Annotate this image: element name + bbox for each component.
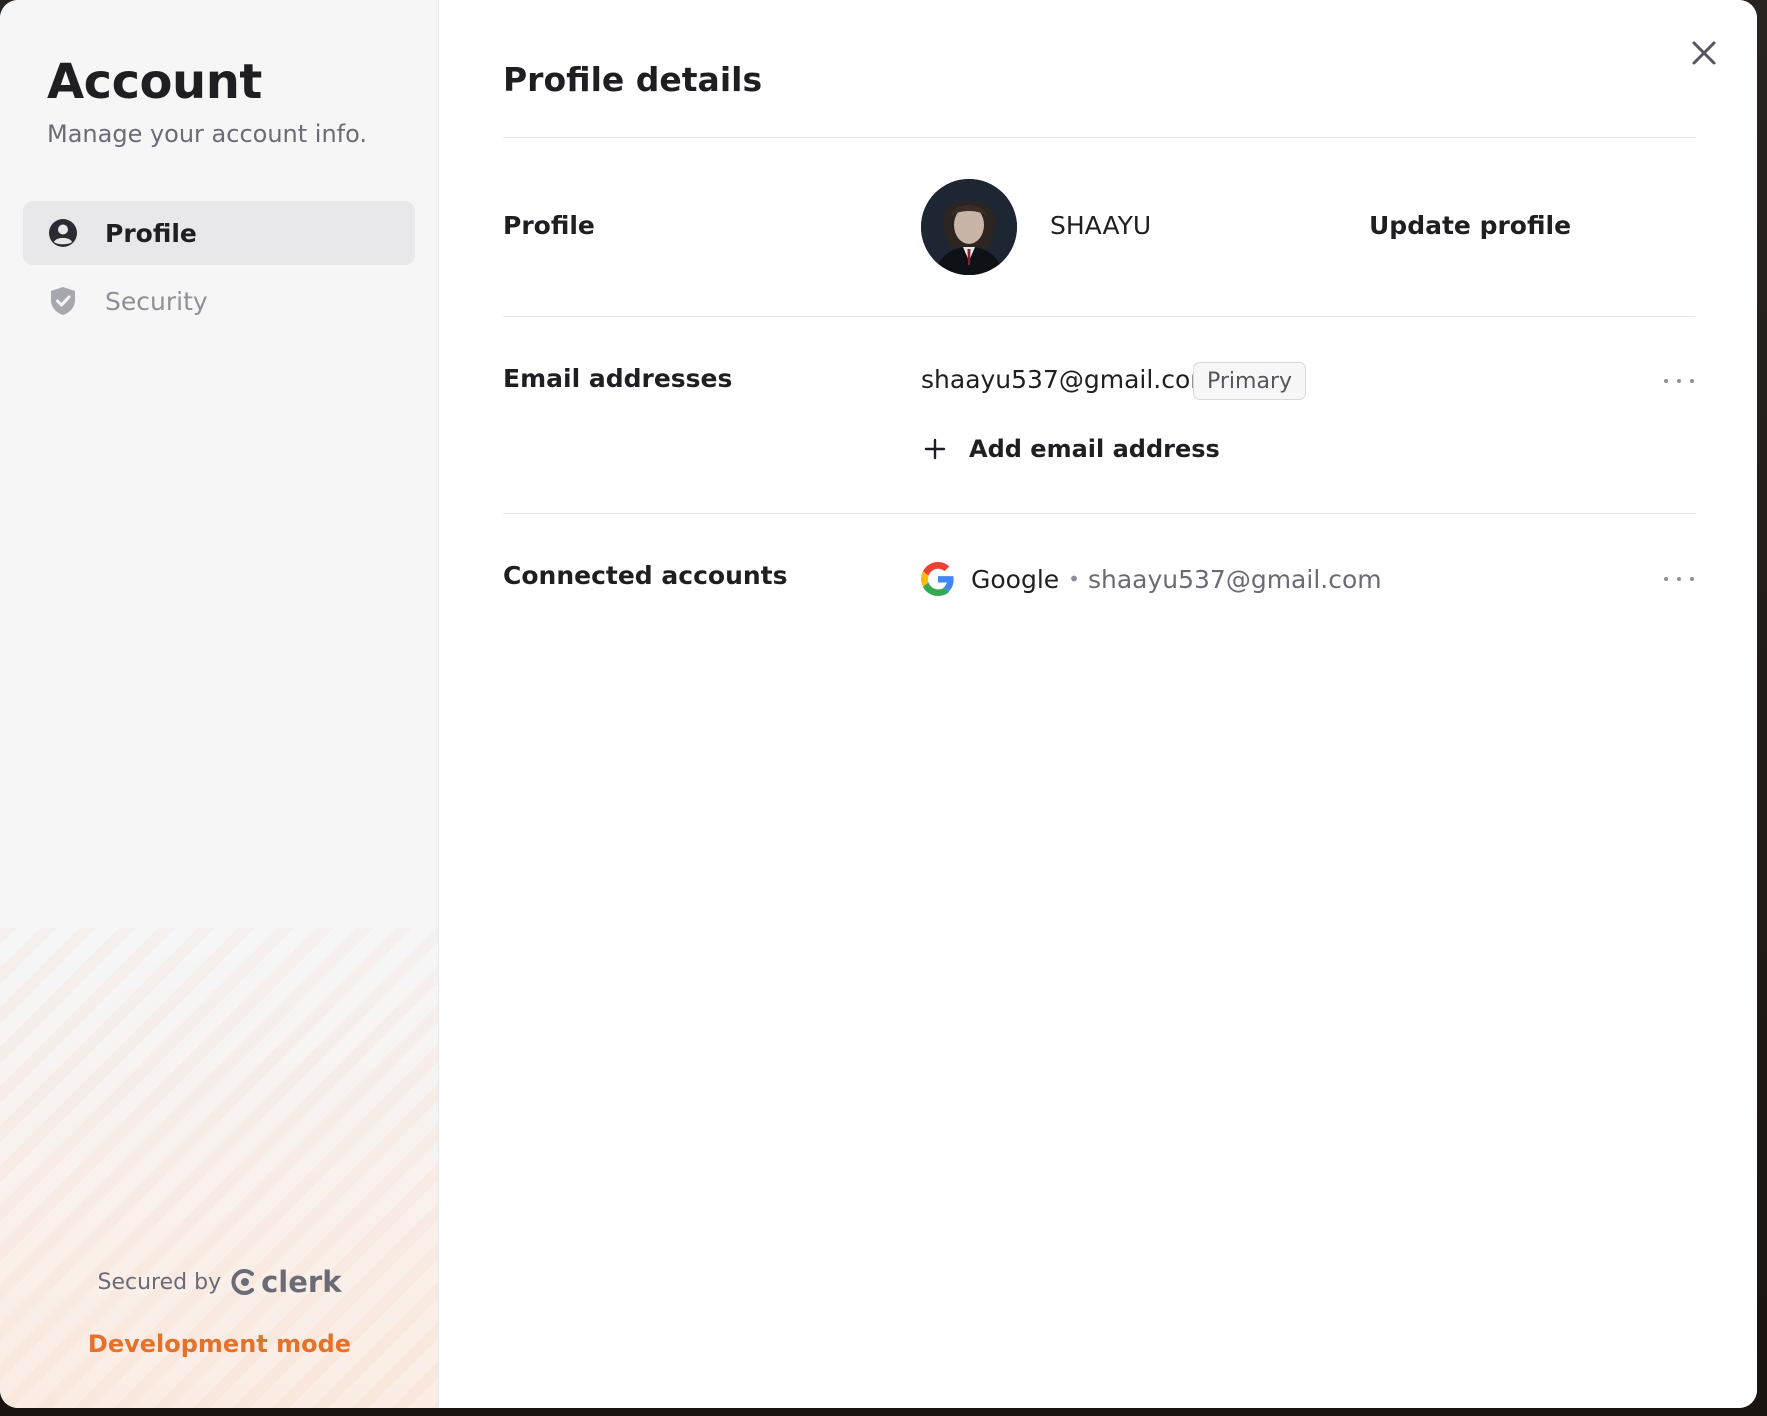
username: SHAAYU (1050, 211, 1152, 240)
email-more-button[interactable] (1659, 369, 1699, 393)
primary-badge: Primary (1193, 362, 1307, 400)
secured-by-text: Secured by (97, 1269, 222, 1295)
divider (503, 137, 1695, 138)
more-horizontal-icon (1664, 577, 1694, 581)
google-icon (921, 562, 954, 596)
account-modal: Account Manage your account info. Profil… (0, 0, 1757, 1408)
sidebar-subtitle: Manage your account info. (47, 120, 368, 148)
provider-name: Google (971, 564, 1060, 594)
sidebar-item-profile[interactable]: Profile (23, 201, 415, 265)
separator: • (1068, 567, 1080, 591)
sidebar-item-label: Security (105, 286, 208, 316)
sidebar-item-label: Profile (105, 218, 197, 248)
more-horizontal-icon (1664, 379, 1694, 383)
page-title: Profile details (503, 60, 763, 99)
divider (503, 316, 1695, 317)
sidebar-item-security[interactable]: Security (23, 269, 415, 333)
update-profile-button[interactable]: Update profile (1369, 211, 1571, 240)
shield-check-icon (48, 286, 78, 316)
divider (503, 513, 1695, 514)
clerk-brand-text: clerk (261, 1265, 342, 1299)
secured-by-footer: Secured by clerk (0, 1265, 438, 1299)
clerk-icon (231, 1269, 255, 1295)
close-icon (1692, 41, 1716, 65)
add-email-button[interactable]: Add email address (923, 433, 1220, 465)
email-address: shaayu537@gmail.com (921, 365, 1215, 394)
connected-account-item: Google • shaayu537@gmail.com (921, 562, 1382, 596)
connected-account-email: shaayu537@gmail.com (1087, 564, 1382, 594)
sidebar: Account Manage your account info. Profil… (0, 0, 439, 1408)
connected-more-button[interactable] (1659, 567, 1699, 591)
add-email-label: Add email address (969, 435, 1220, 463)
sidebar-title: Account (47, 54, 262, 110)
plus-icon (923, 437, 947, 461)
main-panel: Profile details Profile SHAAYU Update pr… (439, 0, 1757, 1408)
email-row-label: Email addresses (503, 364, 733, 393)
development-mode-label: Development mode (87, 1330, 352, 1358)
profile-row-label: Profile (503, 211, 595, 240)
user-circle-icon (48, 218, 78, 248)
connected-accounts-label: Connected accounts (503, 561, 788, 590)
avatar[interactable] (921, 179, 1017, 275)
close-button[interactable] (1687, 36, 1721, 70)
clerk-logo[interactable]: clerk (231, 1265, 341, 1299)
